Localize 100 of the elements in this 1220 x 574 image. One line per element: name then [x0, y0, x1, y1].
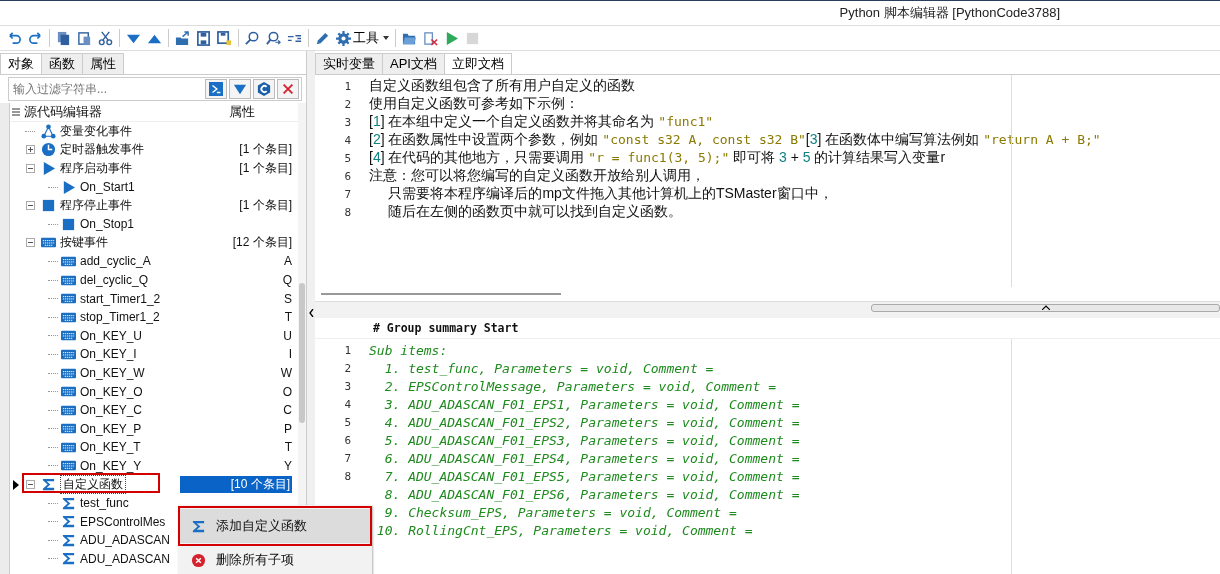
nodes-icon	[41, 123, 56, 139]
tree-item[interactable]: stop_Timer1_2	[80, 310, 230, 325]
panel-tab[interactable]: 属性	[82, 53, 124, 74]
item-count: [12 个条目]	[232, 234, 292, 252]
sigma-icon	[61, 551, 76, 567]
line-number: 3	[344, 379, 351, 393]
doc-line: 随后在左侧的函数页中就可以找到自定义函数。	[387, 203, 683, 221]
tree-item[interactable]: 定时器触发事件	[60, 141, 210, 159]
collapse-toggle-icon[interactable]	[25, 201, 35, 211]
key-binding: P	[284, 421, 292, 436]
code-line: 4. ADU_ADASCAN_F01_EPS2, Parameters = void, Comment =	[383, 414, 800, 430]
key-binding: O	[282, 384, 292, 399]
tree-item[interactable]: add_cyclic_A	[80, 254, 230, 269]
gear-icon	[336, 30, 351, 46]
collapse-toggle-icon[interactable]	[25, 480, 35, 490]
line-number: 5	[343, 151, 352, 165]
code-line: 2. EPSControlMessage, Parameters = void, Comment =	[383, 378, 776, 394]
panel-tab[interactable]: 立即文档	[443, 53, 512, 74]
menu-item[interactable]: 删除所有子项	[180, 543, 370, 574]
sigma-icon	[191, 518, 206, 534]
column-header[interactable]: 属性	[219, 103, 298, 121]
tree-item[interactable]: On_KEY_C	[80, 403, 230, 418]
key-binding: W	[280, 366, 292, 380]
play-icon	[61, 179, 76, 195]
panel-tab[interactable]: API文档	[382, 53, 445, 74]
item-count: [1 个条目]	[239, 141, 292, 159]
tree-item[interactable]: 自定义函数	[60, 475, 126, 495]
tree-item[interactable]: 按键事件	[60, 234, 210, 252]
tree-item[interactable]: On_KEY_W	[80, 366, 230, 380]
scrollbar-thumb[interactable]	[299, 283, 305, 423]
tree-item[interactable]: On_KEY_P	[80, 421, 230, 436]
close-button[interactable]	[277, 79, 299, 99]
tree-item[interactable]: start_Timer1_2	[80, 291, 230, 306]
menu-item[interactable]: 添加自定义函数	[180, 509, 370, 543]
collapse-toggle-icon[interactable]	[25, 164, 35, 173]
delete-icon	[191, 552, 206, 568]
item-count: [1 个条目]	[239, 160, 292, 177]
line-number: 2	[344, 361, 351, 375]
pencil-icon	[315, 30, 330, 46]
clock-icon	[41, 142, 56, 158]
panel-tab[interactable]: 对象	[0, 53, 42, 74]
c-button[interactable]	[253, 79, 275, 99]
key-binding: Y	[284, 459, 292, 473]
code-line: 7. ADU_ADASCAN_F01_EPS5, Parameters = void, Comment =	[383, 468, 800, 484]
key-binding: U	[283, 328, 292, 343]
stop-icon	[465, 30, 480, 46]
save-as-icon	[217, 30, 232, 46]
redo-icon	[28, 30, 43, 46]
line-number: 1	[344, 343, 351, 357]
sigma-filter-button[interactable]	[205, 79, 227, 99]
down-triangle-icon	[233, 82, 247, 96]
tree-item[interactable]: On_KEY_U	[80, 328, 230, 343]
tree-item[interactable]: del_cyclic_Q	[80, 273, 230, 288]
scrollbar-thumb[interactable]	[321, 293, 561, 295]
panel-tab[interactable]: 函数	[41, 53, 83, 74]
key-binding: I	[288, 347, 292, 362]
tree-item[interactable]: test_func	[80, 496, 230, 511]
code-line: 5. ADU_ADASCAN_F01_EPS3, Parameters = void, Comment =	[383, 432, 800, 448]
copy-icon	[56, 30, 71, 46]
export-icon	[175, 30, 190, 46]
doc-line: [2] 在函数属性中设置两个参数，例如 "const s32 A, const s32 B"[3] 在函数体中编写算法例如 "return A + B;"	[369, 131, 1101, 149]
doc-line: 自定义函数组包含了所有用户自定义的函数	[369, 77, 635, 95]
key-binding: S	[284, 291, 292, 306]
tree-item[interactable]: On_KEY_O	[80, 384, 230, 399]
line-number: 8	[344, 469, 351, 483]
line-number: 7	[344, 451, 351, 465]
hexagon-c-icon	[257, 82, 271, 96]
doc-line: 使用自定义函数可参考如下示例：	[369, 95, 579, 113]
dropdown-button[interactable]	[229, 79, 251, 99]
tree-item[interactable]: On_KEY_T	[80, 440, 230, 455]
list-icon	[12, 108, 20, 116]
tree-item[interactable]: On_KEY_I	[80, 347, 230, 362]
expand-toggle-icon[interactable]	[25, 145, 35, 155]
splitter-handle[interactable]	[871, 304, 1220, 312]
sigma-icon	[61, 514, 76, 530]
tree-item[interactable]: On_Stop1	[80, 217, 230, 232]
line-number: 6	[343, 169, 352, 183]
code-line: 10. RollingCnt_EPS, Parameters = void, Comment =	[375, 522, 753, 538]
tree-item[interactable]: On_KEY_Y	[80, 459, 230, 473]
key-binding: A	[284, 254, 292, 269]
line-number: 8	[343, 205, 352, 219]
tree-item[interactable]: 程序启动事件	[60, 160, 210, 177]
line-number: 4	[343, 133, 352, 147]
column-header[interactable]: 源代码编辑器	[22, 103, 219, 121]
item-count: [1 个条目]	[239, 197, 292, 215]
line-number: 4	[344, 397, 351, 411]
doc-line: [4] 在代码的其他地方，只需要调用 "r = func1(3, 5);" 即可将 3 + 5 的计算结果写入变量r	[369, 149, 946, 167]
tree-item[interactable]: 程序停止事件	[60, 197, 210, 215]
code-line: 9. Checksum_EPS, Parameters = void, Comment =	[383, 504, 737, 520]
sigma-icon	[41, 477, 56, 493]
tree-item[interactable]: 变量变化事件	[60, 122, 210, 140]
line-number: 5	[344, 415, 351, 429]
line-number: 7	[343, 187, 352, 201]
paste-icon	[77, 30, 92, 46]
tools-dropdown-button[interactable]: 工具	[333, 27, 392, 49]
terminal-icon	[209, 82, 223, 96]
undo-icon	[7, 30, 22, 46]
panel-tab[interactable]: 实时变量	[315, 53, 383, 74]
collapse-toggle-icon[interactable]	[25, 238, 35, 248]
tree-item[interactable]: On_Start1	[80, 180, 230, 195]
